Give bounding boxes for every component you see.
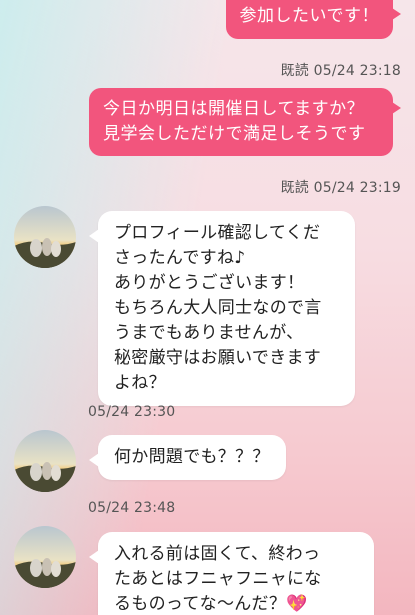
read-receipt: 既読 05/24 23:19 [280,180,401,196]
incoming-message-bubble[interactable]: 入れる前は固くて、終わっ たあとはフニャフニャにな るものってな～んだ？💖 [89,532,374,615]
avatar[interactable] [14,430,76,492]
incoming-message-bubble[interactable]: 何か問題でも？？？ [89,435,286,480]
chat-thread[interactable]: 参加したいです！ 既読 05/24 23:18 今日か明日は開催日してますか？ … [0,0,415,615]
message-timestamp: 05/24 23:48 [88,500,176,516]
avatar[interactable] [14,526,76,588]
outgoing-message-bubble[interactable]: 参加したいです！ [225,0,401,39]
avatar-photo-icon [14,526,76,588]
read-receipt: 既読 05/24 23:18 [280,63,401,79]
avatar-photo-icon [14,430,76,492]
incoming-message-bubble[interactable]: プロフィール確認してくだ さったんですね♪ ありがとうございます！ もちろん大人… [89,211,355,406]
outgoing-message-bubble[interactable]: 今日か明日は開催日してますか？ 見学会しただけで満足しそうです [89,88,401,156]
message-timestamp: 05/24 23:30 [88,404,176,420]
avatar[interactable] [14,206,76,268]
avatar-photo-icon [14,206,76,268]
